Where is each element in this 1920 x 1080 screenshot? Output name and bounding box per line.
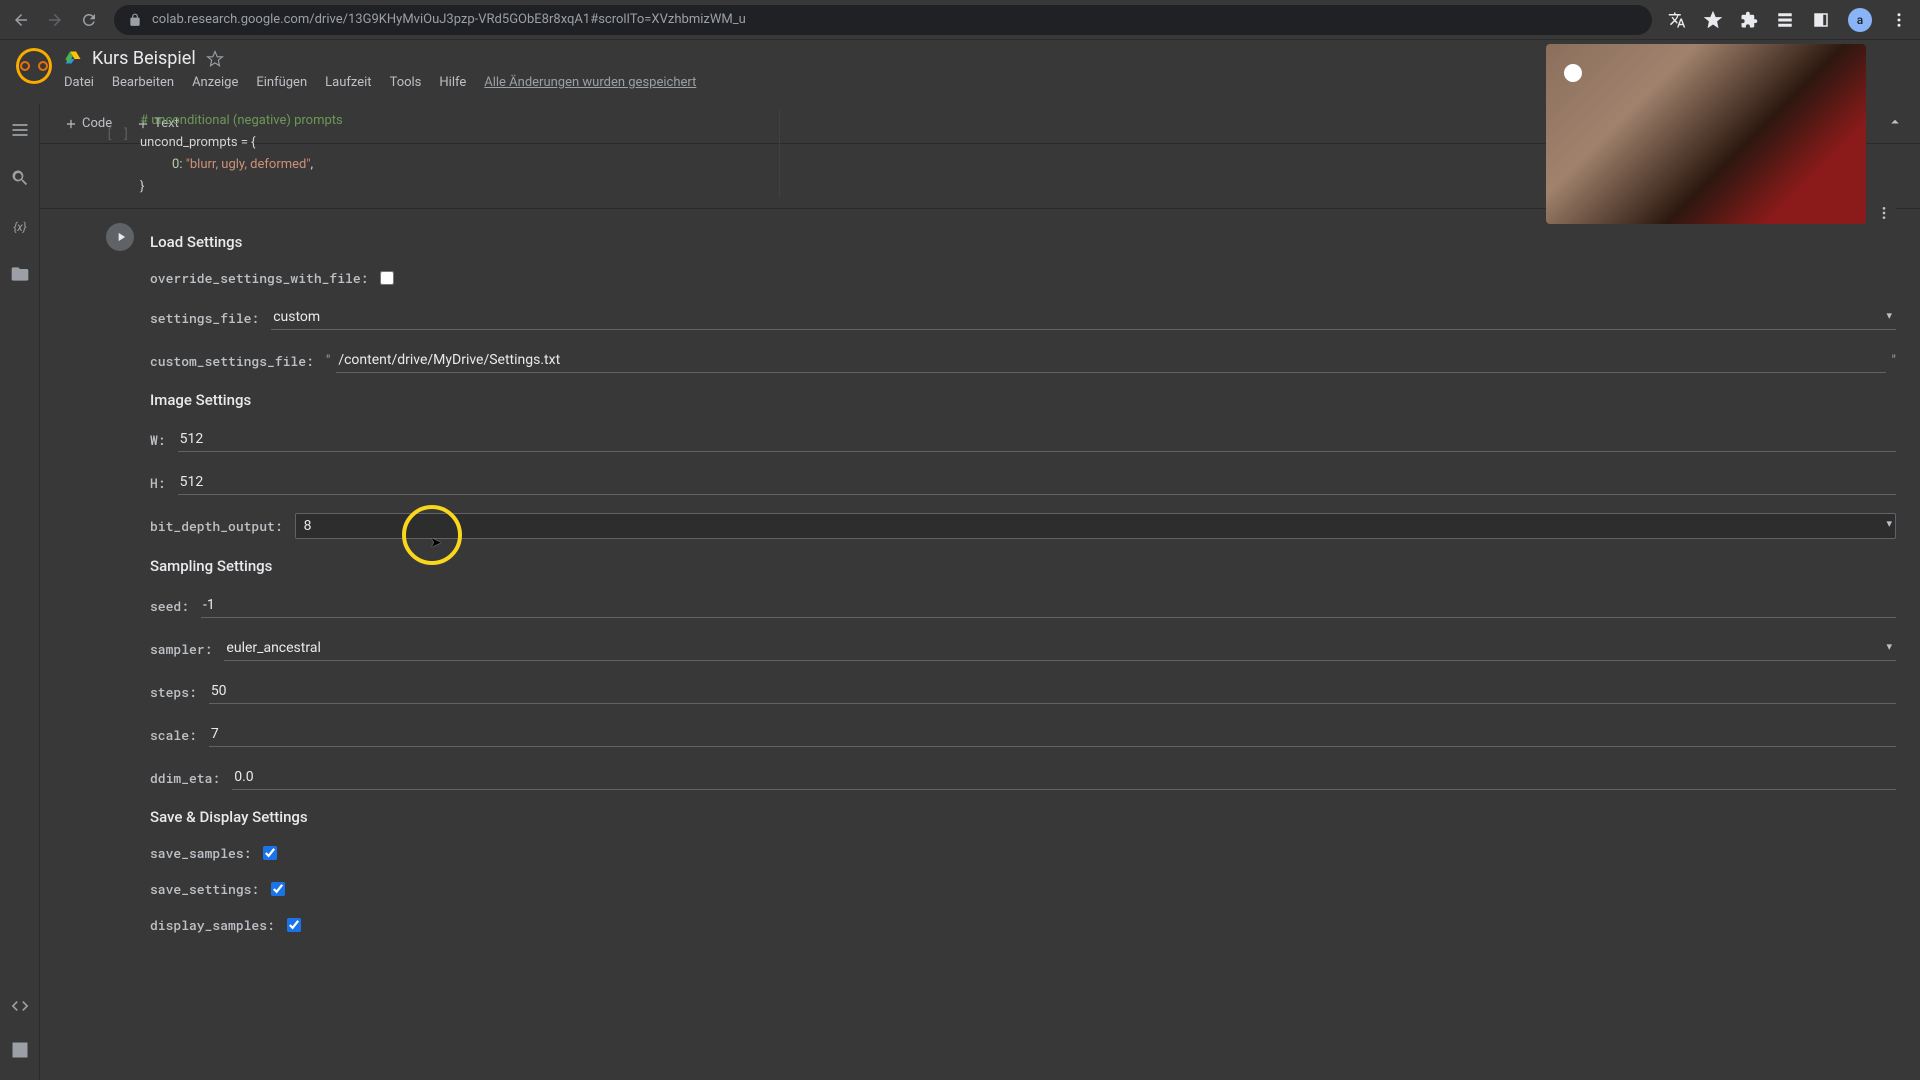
form-cell: Load Settings override_settings_with_fil…: [40, 209, 1920, 972]
section-sampling-settings: Sampling Settings: [150, 557, 1896, 575]
code-editor[interactable]: # unconditional (negative) prompts uncon…: [100, 110, 780, 198]
input-custom-settings-file[interactable]: [336, 348, 1885, 373]
checkbox-display-samples[interactable]: [287, 918, 301, 932]
row-seed: seed:: [150, 593, 1896, 618]
cursor-pointer-icon: ➤: [430, 535, 442, 551]
play-icon: [114, 230, 128, 244]
row-custom-settings-file: custom_settings_file: " ": [150, 348, 1896, 373]
row-override-settings: override_settings_with_file:: [150, 269, 1896, 287]
section-load-settings: Load Settings: [150, 233, 1896, 251]
webcam-badge-icon: [1564, 64, 1582, 82]
main-content: [ ] # unconditional (negative) prompts u…: [40, 104, 1920, 1080]
save-status[interactable]: Alle Änderungen wurden gespeichert: [484, 75, 696, 90]
terminal-icon[interactable]: [10, 1040, 30, 1060]
search-icon[interactable]: [10, 168, 30, 188]
svg-text:{x}: {x}: [13, 220, 26, 234]
left-sidebar: {x}: [0, 104, 40, 1080]
input-ddim-eta[interactable]: [232, 765, 1896, 790]
more-icon[interactable]: [1876, 205, 1892, 221]
files-icon[interactable]: [10, 264, 30, 284]
row-save-samples: save_samples:: [150, 844, 1896, 862]
extensions-icon[interactable]: [1740, 11, 1758, 29]
row-ddim-eta: ddim_eta:: [150, 765, 1896, 790]
row-sampler: sampler:: [150, 636, 1896, 661]
select-bit-depth[interactable]: [295, 513, 1896, 539]
kebab-menu-icon[interactable]: [1890, 11, 1908, 29]
menu-anzeige[interactable]: Anzeige: [192, 75, 238, 90]
row-scale: scale:: [150, 722, 1896, 747]
menu-bearbeiten[interactable]: Bearbeiten: [112, 75, 174, 90]
checkbox-override[interactable]: [380, 271, 394, 285]
nav-buttons: [12, 11, 98, 29]
exec-bracket: [ ]: [106, 124, 129, 142]
webcam-overlay: [1546, 44, 1866, 224]
translate-icon[interactable]: [1668, 11, 1686, 29]
label-scale: scale:: [150, 726, 197, 744]
browser-bar: colab.research.google.com/drive/13G9KHyM…: [0, 0, 1920, 40]
label-seed: seed:: [150, 597, 189, 615]
label-custom-settings-file: custom_settings_file:: [150, 352, 314, 370]
section-save-display: Save & Display Settings: [150, 808, 1896, 826]
drive-icon: [64, 50, 82, 68]
row-h: H:: [150, 470, 1896, 495]
forward-icon[interactable]: [46, 11, 64, 29]
back-icon[interactable]: [12, 11, 30, 29]
row-w: W:: [150, 427, 1896, 452]
profile-avatar[interactable]: a: [1848, 8, 1872, 32]
variables-icon[interactable]: {x}: [10, 216, 30, 236]
label-save-samples: save_samples:: [150, 844, 251, 862]
code-snippets-icon[interactable]: [10, 996, 30, 1016]
row-settings-file: settings_file:: [150, 305, 1896, 330]
browser-actions: a: [1668, 8, 1908, 32]
colab-logo[interactable]: [16, 48, 52, 84]
row-steps: steps:: [150, 679, 1896, 704]
bookmark-bar-icon[interactable]: [1776, 11, 1794, 29]
quote-close: ": [1892, 353, 1896, 369]
row-bit-depth: bit_depth_output: ➤: [150, 513, 1896, 539]
checkbox-save-samples[interactable]: [263, 846, 277, 860]
row-save-settings: save_settings:: [150, 880, 1896, 898]
select-sampler[interactable]: [224, 636, 1896, 661]
menu-tools[interactable]: Tools: [390, 75, 422, 90]
input-h[interactable]: [178, 470, 1896, 495]
label-bit-depth: bit_depth_output:: [150, 517, 283, 535]
label-settings-file: settings_file:: [150, 309, 259, 327]
star-icon[interactable]: [1704, 11, 1722, 29]
input-seed[interactable]: [201, 593, 1896, 618]
sidepanel-icon[interactable]: [1812, 11, 1830, 29]
label-sampler: sampler:: [150, 640, 212, 658]
quote-open: ": [326, 353, 330, 369]
menu-hilfe[interactable]: Hilfe: [439, 75, 466, 90]
label-h: H:: [150, 474, 166, 492]
label-save-settings: save_settings:: [150, 880, 259, 898]
label-steps: steps:: [150, 683, 197, 701]
label-w: W:: [150, 431, 166, 449]
lock-icon: [128, 13, 142, 27]
menu-datei[interactable]: Datei: [64, 75, 94, 90]
row-display-samples: display_samples:: [150, 916, 1896, 934]
url-bar[interactable]: colab.research.google.com/drive/13G9KHyM…: [114, 5, 1652, 35]
toc-icon[interactable]: [10, 120, 30, 140]
label-display-samples: display_samples:: [150, 916, 275, 934]
label-override: override_settings_with_file:: [150, 269, 368, 287]
checkbox-save-settings[interactable]: [271, 882, 285, 896]
select-settings-file[interactable]: [271, 305, 1896, 330]
label-ddim-eta: ddim_eta:: [150, 769, 220, 787]
input-w[interactable]: [178, 427, 1896, 452]
input-steps[interactable]: [209, 679, 1896, 704]
input-scale[interactable]: [209, 722, 1896, 747]
section-image-settings: Image Settings: [150, 391, 1896, 409]
menu-laufzeit[interactable]: Laufzeit: [325, 75, 371, 90]
reload-icon[interactable]: [80, 11, 98, 29]
star-document-icon[interactable]: [206, 50, 224, 68]
url-text: colab.research.google.com/drive/13G9KHyM…: [152, 12, 746, 27]
document-title[interactable]: Kurs Beispiel: [92, 48, 196, 69]
menu-einfuegen[interactable]: Einfügen: [256, 75, 307, 90]
